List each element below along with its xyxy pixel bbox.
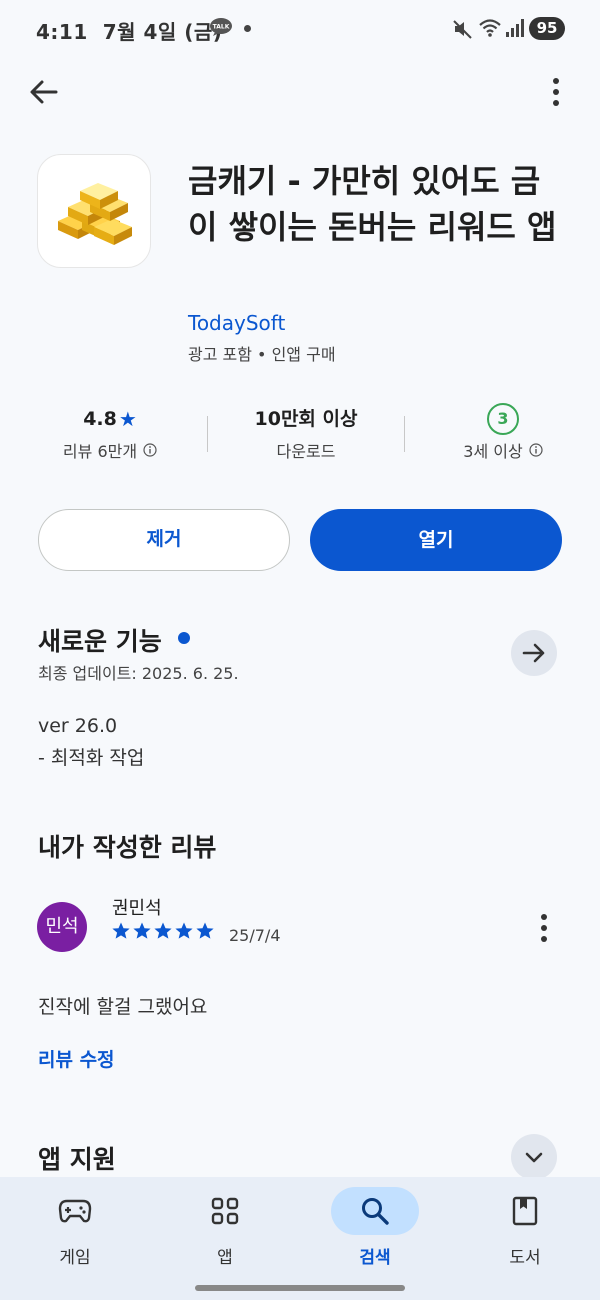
- status-time: 4:11 7월 4일 (금): [36, 16, 222, 45]
- bottom-navigation: 게임 앱 검색 도서: [0, 1177, 600, 1300]
- app-icon: [37, 154, 151, 268]
- review-text: 진작에 할걸 그랬어요: [38, 996, 208, 1018]
- status-clock: 4:11: [36, 20, 88, 44]
- star-icon: [154, 922, 172, 939]
- whats-new-title: 새로운 기능: [38, 627, 162, 656]
- developer-link[interactable]: TodaySoft: [188, 311, 285, 335]
- age-rating-label: 3세 이상: [463, 442, 523, 461]
- rating-label: 리뷰 6만개: [62, 442, 138, 461]
- edit-review-link[interactable]: 리뷰 수정: [38, 1045, 115, 1072]
- gold-bars-icon: [58, 183, 132, 245]
- whats-new-arrow-button[interactable]: [511, 630, 557, 676]
- rating-stat[interactable]: 4.8 ★ 리뷰 6만개: [50, 402, 170, 462]
- last-update-date: 최종 업데이트: 2025. 6. 25.: [38, 664, 239, 683]
- avatar: 민석: [37, 902, 87, 952]
- apps-grid-icon: [211, 1197, 239, 1225]
- star-icon: [133, 922, 151, 939]
- more-options-icon[interactable]: [536, 72, 576, 112]
- app-meta-info: 광고 포함 • 인앱 구매: [188, 345, 336, 364]
- star-icon: [175, 922, 193, 939]
- arrow-right-icon: [522, 643, 545, 663]
- nav-label-games: 게임: [59, 1248, 91, 1268]
- reviewer-name: 권민석: [112, 898, 162, 919]
- star-icon: [112, 922, 130, 939]
- review-date: 25/7/4: [229, 926, 281, 945]
- release-notes: ver 26.0 - 최적화 작업: [38, 710, 144, 774]
- age-rating-stat[interactable]: 3 3세 이상: [443, 402, 563, 462]
- status-bar: 4:11 7월 4일 (금) TALK 95: [0, 0, 600, 58]
- battery-indicator: 95: [529, 17, 565, 40]
- book-icon: [512, 1196, 538, 1226]
- star-icon: ★: [118, 407, 137, 431]
- nav-item-games[interactable]: 게임: [0, 1177, 150, 1277]
- home-indicator[interactable]: [195, 1285, 405, 1291]
- nav-label-apps: 앱: [217, 1248, 233, 1268]
- age-rating-badge: 3: [487, 403, 519, 435]
- wifi-icon: [479, 19, 501, 37]
- stat-divider: [207, 416, 208, 452]
- svg-text:TALK: TALK: [213, 24, 230, 31]
- version-text: ver 26.0: [38, 715, 118, 737]
- search-icon: [362, 1198, 389, 1225]
- review-stars: [111, 921, 215, 947]
- new-indicator-dot: [178, 632, 190, 644]
- chevron-down-icon: [525, 1152, 543, 1163]
- open-button[interactable]: 열기: [310, 509, 562, 571]
- signal-icon: [506, 19, 524, 37]
- notes-text: - 최적화 작업: [38, 747, 145, 769]
- info-icon: [143, 443, 157, 457]
- gamepad-icon: [58, 1199, 92, 1223]
- nav-item-apps[interactable]: 앱: [150, 1177, 300, 1277]
- star-icon: [196, 922, 214, 939]
- rating-value: 4.8: [83, 408, 117, 430]
- nav-label-books: 도서: [509, 1248, 541, 1268]
- downloads-label: 다운로드: [276, 442, 336, 461]
- nav-item-books[interactable]: 도서: [450, 1177, 600, 1277]
- notification-dot-icon: [244, 25, 251, 32]
- mute-icon: [453, 20, 472, 39]
- info-icon: [529, 443, 543, 457]
- nav-item-search[interactable]: 검색: [300, 1177, 450, 1277]
- back-arrow-icon[interactable]: [24, 72, 64, 112]
- app-support-expand-button[interactable]: [511, 1134, 557, 1180]
- app-title: 금캐기 - 가만히 있어도 금이 쌓이는 돈버는 리워드 앱: [188, 162, 557, 246]
- downloads-stat: 10만회 이상 다운로드: [236, 402, 376, 462]
- stat-divider: [404, 416, 405, 452]
- review-more-options-icon[interactable]: [530, 908, 558, 948]
- downloads-value: 10만회 이상: [254, 408, 358, 430]
- nav-label-search: 검색: [359, 1248, 391, 1268]
- my-review-title: 내가 작성한 리뷰: [38, 833, 217, 862]
- status-date: 7월 4일 (금): [102, 20, 223, 44]
- kakaotalk-icon: TALK: [210, 18, 232, 36]
- uninstall-button[interactable]: 제거: [38, 509, 290, 571]
- app-support-title: 앱 지원: [38, 1145, 116, 1174]
